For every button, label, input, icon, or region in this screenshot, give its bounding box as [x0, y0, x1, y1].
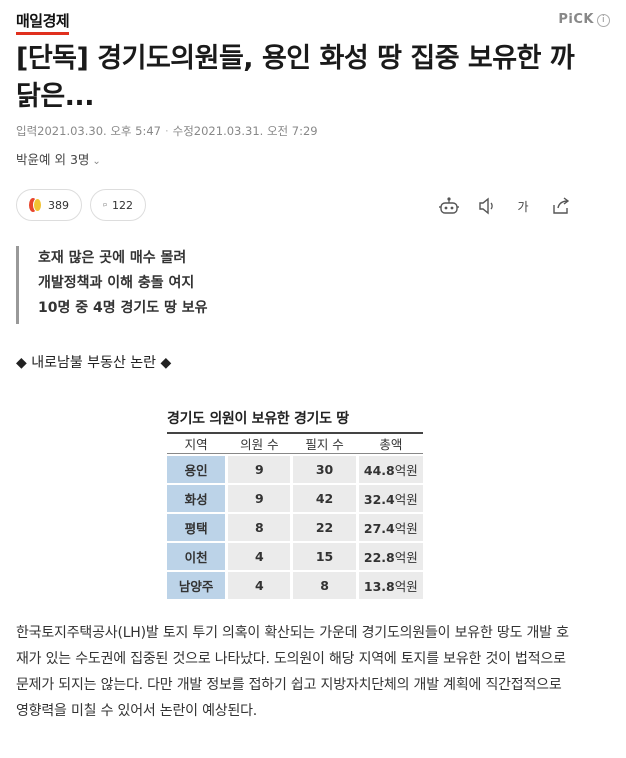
cell-members: 4: [228, 572, 291, 599]
cell-members: 4: [228, 543, 291, 570]
author-toggle[interactable]: 박윤예 외 3명 ⌄: [16, 149, 101, 168]
summary-line: 10명 중 4명 경기도 땅 보유: [38, 300, 208, 316]
cell-parcels: 8: [293, 572, 356, 599]
col-header-amount: 총액: [358, 432, 423, 454]
summary-bot-button[interactable]: [438, 195, 460, 217]
speaker-icon: [479, 197, 493, 215]
robot-icon: [439, 197, 459, 214]
sad-emoji-icon: [33, 198, 42, 212]
cell-parcels: 30: [293, 456, 356, 483]
cell-members: 9: [228, 485, 291, 512]
cell-amount: 27.4억원: [358, 514, 423, 541]
cell-amount: 22.8억원: [358, 543, 423, 570]
info-icon[interactable]: i: [597, 14, 610, 27]
cell-region: 화성: [167, 485, 226, 512]
font-size-button[interactable]: 가: [512, 195, 534, 217]
article-timestamps: 입력2021.03.30. 오후 5:47 · 수정2021.03.31. 오전 7…: [16, 123, 318, 139]
font-size-label: 가: [517, 199, 529, 214]
cell-amount: 44.8억원: [358, 456, 423, 483]
table-row: 화성 9 42 32.4억원: [167, 485, 423, 512]
cell-amount: 32.4억원: [358, 485, 423, 512]
article-title: [단독] 경기도의원들, 용인 화성 땅 집중 보유한 까닭은...: [16, 43, 575, 112]
share-button[interactable]: [550, 195, 572, 217]
col-header-parcels: 필지 수: [293, 432, 356, 454]
col-header-region: 지역: [167, 432, 226, 454]
author-name: 박윤예 외 3명: [16, 152, 90, 167]
summary-line: 호재 많은 곳에 매수 몰려: [38, 250, 187, 266]
cell-parcels: 42: [293, 485, 356, 512]
comment-icon: [103, 203, 107, 207]
summary-line: 개발정책과 이해 충돌 여지: [38, 275, 195, 291]
cell-region: 이천: [167, 543, 226, 570]
col-header-members: 의원 수: [228, 432, 291, 454]
comment-count: 122: [112, 198, 133, 212]
cell-parcels: 15: [293, 543, 356, 570]
cell-region: 용인: [167, 456, 226, 483]
table-row: 이천 4 15 22.8억원: [167, 543, 423, 570]
table-row: 남양주 4 8 13.8억원: [167, 572, 423, 599]
pick-label: PiCK: [558, 12, 594, 27]
input-label: 입력: [16, 124, 38, 138]
cell-region: 남양주: [167, 572, 226, 599]
article-actions: 389 122 가: [16, 189, 578, 223]
cell-region: 평택: [167, 514, 226, 541]
section-subhead: ◆ 내로남불 부동산 논란 ◆: [16, 355, 172, 371]
article-summary: 호재 많은 곳에 매수 몰려 개발정책과 이해 충돌 여지 10명 중 4명 경…: [16, 246, 316, 324]
chevron-down-icon: ⌄: [92, 156, 101, 167]
meta-separator: ·: [164, 124, 169, 138]
cell-amount: 13.8억원: [358, 572, 423, 599]
comment-button[interactable]: 122: [90, 189, 146, 221]
cell-parcels: 22: [293, 514, 356, 541]
table-header-row: 지역 의원 수 필지 수 총액: [167, 432, 423, 454]
reaction-button[interactable]: 389: [16, 189, 82, 221]
pick-badge[interactable]: PiCK i: [558, 12, 610, 27]
input-time: 2021.03.30. 오후 5:47: [37, 124, 161, 138]
cell-members: 8: [228, 514, 291, 541]
article-body: 한국토지주택공사(LH)발 토지 투기 의혹이 확산되는 가운데 경기도의원들이…: [16, 625, 569, 719]
data-table-figure[interactable]: 경기도 의원이 보유한 경기도 땅 지역 의원 수 필지 수 총액 용인 9 3…: [167, 408, 423, 602]
share-icon: [553, 197, 570, 214]
table-row: 용인 9 30 44.8억원: [167, 456, 423, 483]
modified-label: 수정: [172, 124, 194, 138]
modified-time: 2021.03.31. 오전 7:29: [193, 124, 318, 138]
top-bar: 매일경제 PiCK i: [16, 10, 610, 35]
reaction-count: 389: [48, 198, 69, 212]
press-logo[interactable]: 매일경제: [16, 10, 70, 35]
table-row: 평택 8 22 27.4억원: [167, 514, 423, 541]
audio-button[interactable]: [476, 195, 498, 217]
land-table: 지역 의원 수 필지 수 총액 용인 9 30 44.8억원 화성 9 42 3…: [167, 430, 423, 601]
table-title: 경기도 의원이 보유한 경기도 땅: [167, 411, 349, 427]
cell-members: 9: [228, 456, 291, 483]
